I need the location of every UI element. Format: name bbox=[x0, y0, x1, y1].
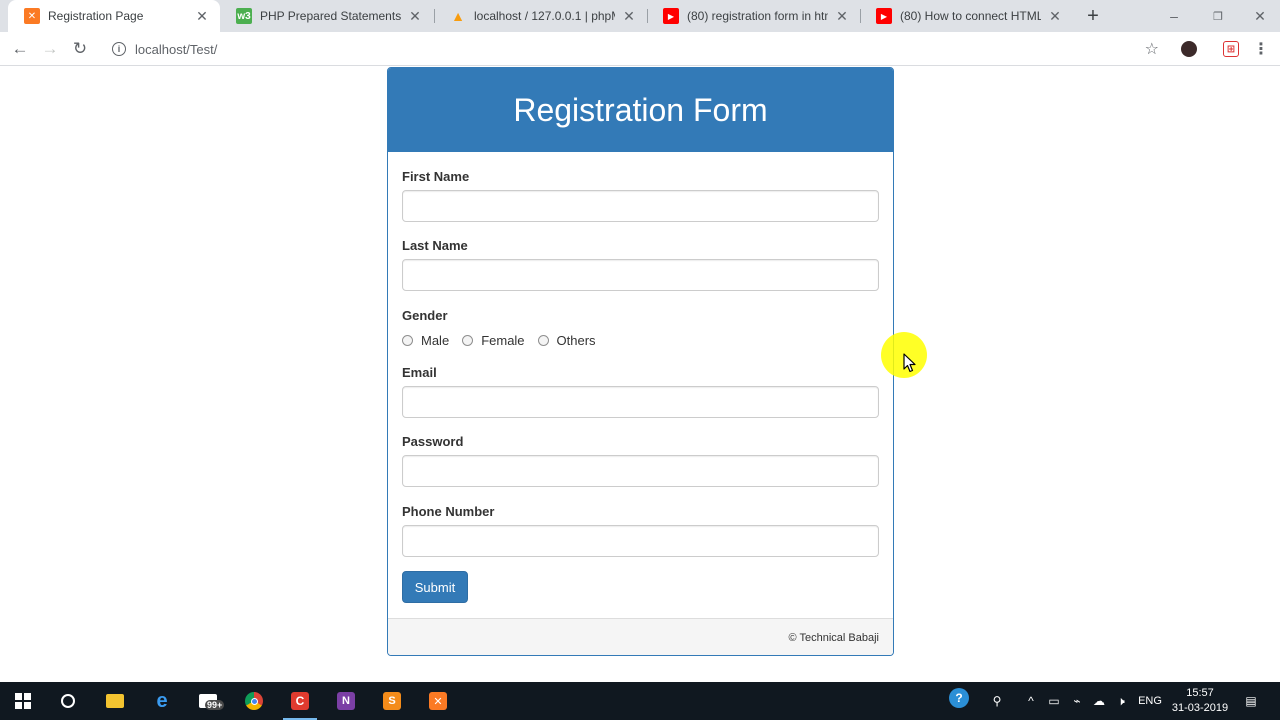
onedrive-icon[interactable]: ☁ bbox=[1089, 693, 1109, 709]
browser-tab-strip: ✕ Registration Page ✕ w3 PHP Prepared St… bbox=[0, 0, 1280, 32]
radio-female-label[interactable]: Female bbox=[481, 333, 524, 348]
clock-time: 15:57 bbox=[1186, 687, 1214, 699]
tab-title: Registration Page bbox=[48, 9, 144, 23]
bookmark-star-icon[interactable]: ☆ bbox=[1145, 39, 1159, 59]
tab-php-prepared-statements[interactable]: w3 PHP Prepared Statements ✕ bbox=[220, 0, 433, 32]
window-close-icon[interactable]: ✕ bbox=[1238, 0, 1280, 32]
last-name-input[interactable] bbox=[402, 259, 879, 291]
chevron-up-icon[interactable]: ^ bbox=[1022, 693, 1040, 709]
tab-phpmyadmin[interactable]: ▲ localhost / 127.0.0.1 | phpMyA ✕ bbox=[434, 0, 647, 32]
email-input[interactable] bbox=[402, 386, 879, 418]
page-viewport: Registration Form First Name Last Name G… bbox=[0, 67, 1280, 682]
w3schools-icon: w3 bbox=[236, 8, 252, 24]
clock-date: 31-03-2019 bbox=[1171, 702, 1229, 714]
restore-icon[interactable]: ❐ bbox=[1196, 0, 1240, 32]
password-input[interactable] bbox=[402, 455, 879, 487]
tab-youtube-connect-html[interactable]: ▶ (80) How to connect HTML Re ✕ bbox=[860, 0, 1073, 32]
tab-title: (80) registration form in html bbox=[687, 9, 828, 23]
new-tab-button[interactable]: + bbox=[1083, 5, 1103, 27]
close-icon[interactable]: ✕ bbox=[194, 8, 210, 24]
xampp-icon: ✕ bbox=[24, 8, 40, 24]
camtasia-icon[interactable]: C bbox=[283, 690, 317, 720]
radio-male-label[interactable]: Male bbox=[421, 333, 449, 348]
first-name-label: First Name bbox=[402, 169, 470, 184]
gender-radio-group: Male Female Others bbox=[402, 332, 609, 348]
extension-icon[interactable]: ⊞ bbox=[1223, 41, 1239, 57]
windows-taskbar: e 99+ C N S ✕ ? ⚲ ^ ▭ ⌁ ☁ 🕨 ENG 15:57 31… bbox=[0, 682, 1280, 720]
minimize-icon[interactable]: – bbox=[1152, 0, 1196, 32]
sublime-text-icon[interactable]: S bbox=[381, 690, 403, 712]
info-icon[interactable]: i bbox=[112, 42, 126, 56]
language-indicator[interactable]: ENG bbox=[1136, 693, 1164, 709]
password-label: Password bbox=[402, 434, 464, 449]
windows-start-icon[interactable] bbox=[12, 690, 34, 712]
profile-avatar[interactable] bbox=[1181, 41, 1197, 57]
volume-icon[interactable]: 🕨 bbox=[1111, 693, 1131, 709]
close-icon[interactable]: ✕ bbox=[407, 8, 423, 24]
file-explorer-icon[interactable] bbox=[104, 690, 126, 712]
people-icon[interactable]: ⚲ bbox=[988, 693, 1006, 709]
cortana-search-icon[interactable] bbox=[57, 690, 79, 712]
phpmyadmin-icon: ▲ bbox=[451, 8, 465, 24]
tab-title: PHP Prepared Statements bbox=[260, 9, 401, 23]
youtube-icon: ▶ bbox=[663, 8, 679, 24]
mouse-cursor-icon bbox=[903, 353, 916, 373]
gender-label: Gender bbox=[402, 308, 448, 323]
tab-youtube-registration-form[interactable]: ▶ (80) registration form in html ✕ bbox=[647, 0, 860, 32]
xampp-taskbar-icon[interactable]: ✕ bbox=[427, 690, 449, 712]
phone-number-input[interactable] bbox=[402, 525, 879, 557]
close-icon[interactable]: ✕ bbox=[834, 8, 850, 24]
battery-icon[interactable]: ▭ bbox=[1044, 693, 1064, 709]
form-title: Registration Form bbox=[513, 91, 768, 128]
system-clock[interactable]: 15:57 31-03-2019 bbox=[1170, 686, 1230, 716]
submit-button[interactable]: Submit bbox=[402, 571, 468, 603]
browser-menu-button[interactable]: ⋮ bbox=[1252, 39, 1270, 59]
forward-button[interactable]: → bbox=[38, 37, 62, 61]
first-name-input[interactable] bbox=[402, 190, 879, 222]
youtube-icon: ▶ bbox=[876, 8, 892, 24]
registration-panel: Registration Form First Name Last Name G… bbox=[387, 67, 894, 656]
copyright-text: © Technical Babaji bbox=[788, 631, 879, 644]
radio-male[interactable] bbox=[402, 334, 413, 346]
address-bar[interactable]: i localhost/Test/ ☆ bbox=[103, 35, 1173, 63]
notification-badge: 99+ bbox=[205, 700, 225, 710]
last-name-label: Last Name bbox=[402, 238, 468, 253]
phone-number-label: Phone Number bbox=[402, 504, 495, 519]
onenote-icon[interactable]: N bbox=[335, 690, 357, 712]
edge-browser-icon[interactable]: e bbox=[151, 690, 173, 712]
back-button[interactable]: ← bbox=[8, 37, 32, 61]
notifications-icon[interactable]: ▤ bbox=[1241, 693, 1261, 709]
panel-footer: © Technical Babaji bbox=[388, 618, 893, 655]
network-icon[interactable]: ⌁ bbox=[1067, 693, 1087, 709]
radio-others-label[interactable]: Others bbox=[557, 333, 596, 348]
tab-title: localhost / 127.0.0.1 | phpMyA bbox=[474, 9, 615, 23]
help-icon[interactable]: ? bbox=[948, 688, 970, 708]
panel-heading: Registration Form bbox=[388, 68, 893, 152]
radio-female[interactable] bbox=[462, 334, 474, 346]
address-url: localhost/Test/ bbox=[135, 41, 218, 57]
radio-others[interactable] bbox=[537, 334, 549, 346]
close-icon[interactable]: ✕ bbox=[621, 8, 637, 24]
mail-icon[interactable]: 99+ bbox=[197, 690, 225, 712]
email-label: Email bbox=[402, 365, 437, 380]
browser-toolbar: ← → ↻ i localhost/Test/ ☆ ⊞ ⋮ bbox=[0, 32, 1280, 66]
tab-title: (80) How to connect HTML Re bbox=[900, 9, 1041, 23]
chrome-icon[interactable] bbox=[243, 690, 265, 712]
close-icon[interactable]: ✕ bbox=[1047, 8, 1063, 24]
reload-button[interactable]: ↻ bbox=[68, 37, 92, 61]
tab-registration-page[interactable]: ✕ Registration Page ✕ bbox=[8, 0, 220, 32]
